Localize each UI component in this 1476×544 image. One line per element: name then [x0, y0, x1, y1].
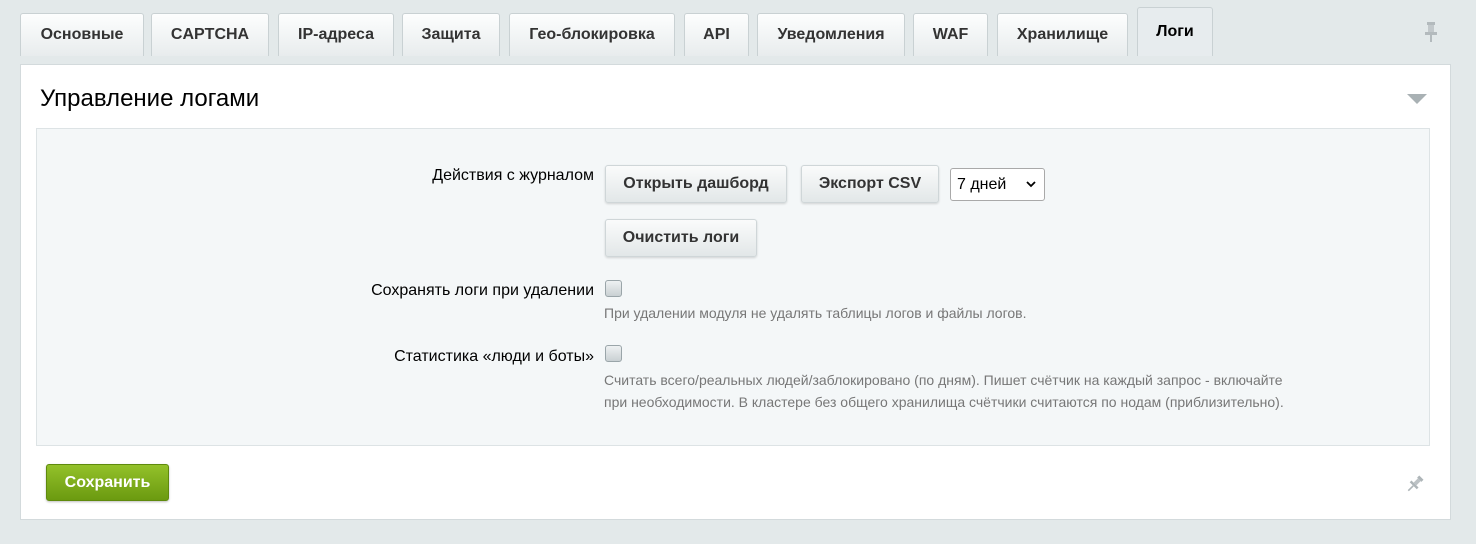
tab-ip-addresses[interactable]: IP-адреса — [278, 13, 394, 56]
keep-logs-checkbox[interactable] — [605, 280, 622, 297]
clear-logs-button[interactable]: Очистить логи — [605, 219, 757, 257]
keep-logs-label: Сохранять логи при удалении — [371, 282, 594, 299]
tab-notifications[interactable]: Уведомления — [757, 13, 905, 56]
journal-actions-label: Действия с журналом — [432, 167, 594, 184]
stats-hint-line-2: при необходимости. В кластере без общего… — [604, 394, 1284, 410]
export-csv-button[interactable]: Экспорт CSV — [801, 165, 939, 203]
collapse-arrow-icon[interactable] — [1406, 92, 1428, 106]
stats-hint-line-1: Считать всего/реальных людей/заблокирова… — [604, 372, 1283, 388]
log-management-panel: Управление логами Действия с журналом От… — [20, 64, 1451, 520]
open-dashboard-button[interactable]: Открыть дашборд — [605, 165, 787, 203]
pin-icon[interactable] — [1421, 20, 1441, 44]
tab-geo-blocking[interactable]: Гео-блокировка — [509, 13, 675, 56]
settings-area: Действия с журналом Открыть дашборд Эксп… — [36, 128, 1430, 446]
stats-checkbox[interactable] — [605, 345, 622, 362]
tab-api[interactable]: API — [684, 13, 749, 56]
save-button[interactable]: Сохранить — [46, 464, 169, 501]
keep-logs-hint: При удалении модуля не удалять таблицы л… — [604, 305, 1027, 321]
tab-storage[interactable]: Хранилище — [997, 13, 1128, 56]
tab-protection[interactable]: Защита — [402, 13, 500, 56]
period-select-value: 7 дней — [957, 175, 1007, 193]
period-select[interactable]: 7 дней — [950, 168, 1045, 201]
section-title: Управление логами — [40, 85, 260, 112]
tab-logs[interactable]: Логи — [1137, 7, 1213, 56]
tab-captcha[interactable]: CAPTCHA — [151, 13, 269, 56]
stats-label: Статистика «люди и боты» — [394, 348, 594, 365]
pin-icon[interactable] — [1404, 473, 1426, 495]
chevron-down-icon — [1026, 181, 1036, 188]
tab-waf[interactable]: WAF — [913, 13, 988, 56]
tab-main[interactable]: Основные — [20, 13, 144, 56]
